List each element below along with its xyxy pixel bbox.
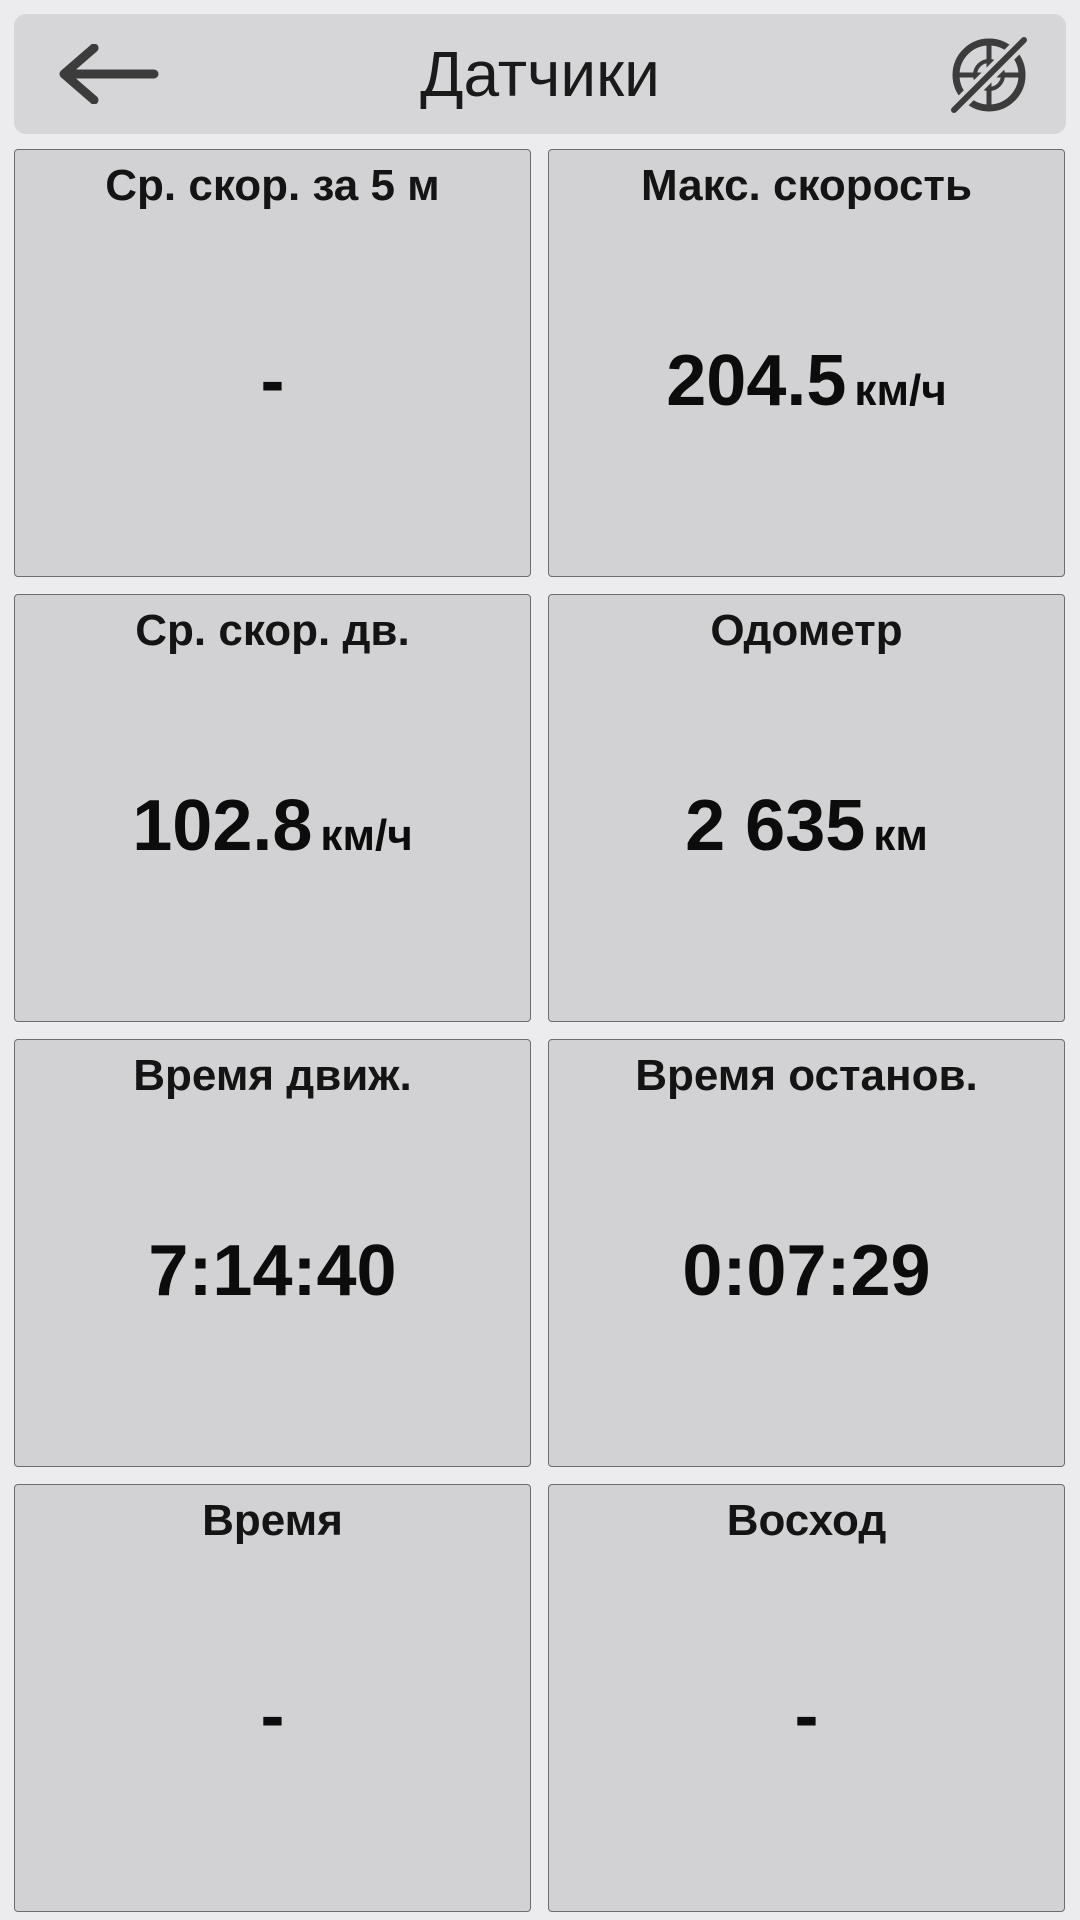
sensor-label: Ср. скор. дв. (135, 606, 410, 655)
sensor-label: Время останов. (635, 1051, 978, 1100)
sensor-value: 0:07:29 (549, 1230, 1064, 1332)
gps-off-icon[interactable] (948, 34, 1030, 116)
sensor-tile-stopped-time[interactable]: Время останов. 0:07:29 (548, 1039, 1065, 1467)
sensor-value-number: 102.8 (132, 786, 313, 866)
sensor-value-number: 2 635 (685, 786, 866, 866)
sensor-value-number: - (794, 1676, 819, 1756)
app-header: Датчики (14, 14, 1066, 134)
sensor-value: - (15, 1675, 530, 1777)
sensor-value: - (549, 1675, 1064, 1777)
sensor-tile-sunrise[interactable]: Восход - (548, 1484, 1065, 1912)
sensor-tile-max-speed[interactable]: Макс. скорость 204.5 км/ч (548, 149, 1065, 577)
sensor-value: 7:14:40 (15, 1230, 530, 1332)
sensor-value-unit: км/ч (320, 811, 413, 860)
sensor-label: Восход (726, 1496, 887, 1545)
sensor-label: Ср. скор. за 5 м (105, 161, 440, 210)
sensor-value: 2 635 км (549, 785, 1064, 887)
sensor-value: 102.8 км/ч (15, 785, 530, 887)
sensor-value-number: 7:14:40 (148, 1231, 397, 1311)
sensor-label: Одометр (710, 606, 903, 655)
sensor-value-unit: км (873, 811, 928, 860)
sensor-label: Время (202, 1496, 343, 1545)
sensor-value-unit: км/ч (854, 366, 947, 415)
sensor-tile-odometer[interactable]: Одометр 2 635 км (548, 594, 1065, 1022)
page-title: Датчики (420, 38, 660, 110)
sensor-grid: Ср. скор. за 5 м - Макс. скорость 204.5 к… (14, 149, 1066, 1920)
sensor-tile-avg-moving-speed[interactable]: Ср. скор. дв. 102.8 км/ч (14, 594, 531, 1022)
sensor-value-number: - (260, 341, 285, 421)
sensor-value-number: 0:07:29 (682, 1231, 931, 1311)
sensor-value: 204.5 км/ч (549, 340, 1064, 442)
sensor-value: - (15, 340, 530, 442)
sensor-value-number: - (260, 1676, 285, 1756)
sensor-label: Макс. скорость (640, 161, 973, 210)
sensor-label: Время движ. (133, 1051, 412, 1100)
sensor-tile-time[interactable]: Время - (14, 1484, 531, 1912)
sensor-tile-moving-time[interactable]: Время движ. 7:14:40 (14, 1039, 531, 1467)
sensor-value-number: 204.5 (666, 341, 847, 421)
sensor-tile-avg-speed-5m[interactable]: Ср. скор. за 5 м - (14, 149, 531, 577)
